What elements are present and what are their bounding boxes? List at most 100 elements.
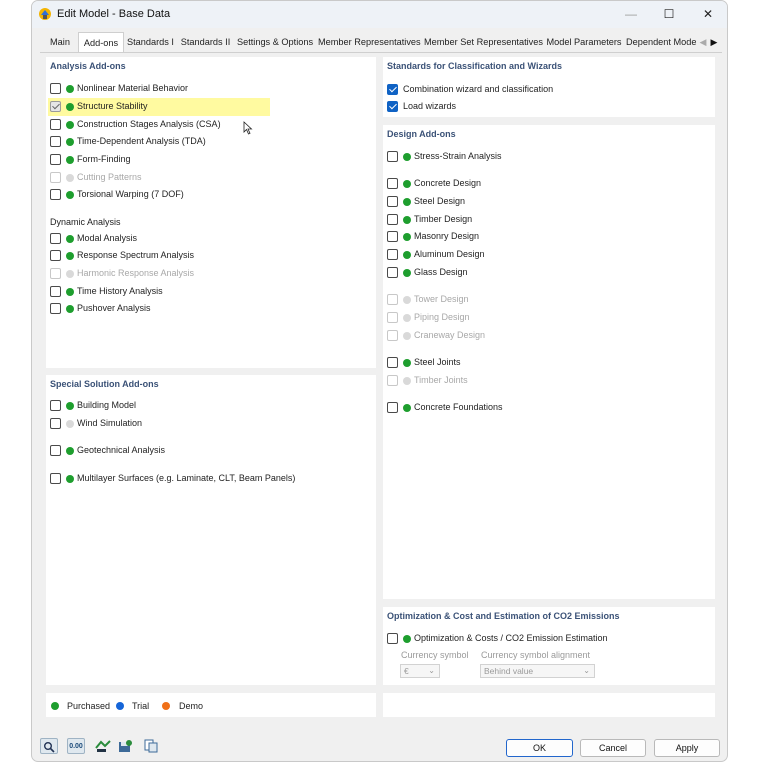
- purchased-dot-icon: [403, 198, 411, 206]
- purchased-dot-icon: [66, 138, 74, 146]
- checkbox[interactable]: [387, 196, 398, 207]
- tab-scroll-right-icon[interactable]: ▶: [709, 34, 719, 50]
- model-transfer-icon[interactable]: [94, 738, 112, 754]
- settings-save-icon[interactable]: [116, 738, 134, 754]
- checkbox[interactable]: [50, 400, 61, 411]
- addon-label: Steel Joints: [414, 357, 461, 367]
- addon-label: Form-Finding: [77, 154, 131, 164]
- unavailable-dot-icon: [403, 314, 411, 322]
- checkbox[interactable]: [50, 418, 61, 429]
- checkbox[interactable]: [387, 231, 398, 242]
- tab-standards-i[interactable]: Standards I: [125, 32, 176, 52]
- addon-label: Load wizards: [403, 101, 457, 111]
- window-title: Edit Model - Base Data: [57, 8, 171, 20]
- currency-symbol-select[interactable]: € ⌄: [400, 664, 440, 678]
- addon-label: Structure Stability: [77, 101, 148, 111]
- purchased-dot-icon: [66, 305, 74, 313]
- tab-settings-options[interactable]: Settings & Options: [235, 32, 315, 52]
- addon-label: Tower Design: [414, 294, 469, 304]
- purchased-dot-icon: [66, 156, 74, 164]
- purchased-dot-icon: [66, 288, 74, 296]
- checkbox: [50, 172, 61, 183]
- maximize-button[interactable]: ☐: [659, 5, 679, 23]
- checkbox[interactable]: [50, 303, 61, 314]
- legend-purchased: Purchased: [67, 701, 111, 711]
- checkbox: [387, 330, 398, 341]
- purchased-dot-icon: [403, 251, 411, 259]
- checkbox[interactable]: [50, 286, 61, 297]
- unavailable-dot-icon: [66, 420, 74, 428]
- checkbox[interactable]: [387, 267, 398, 278]
- tab-member-set-representatives[interactable]: Member Set Representatives: [424, 32, 543, 52]
- addon-label: Aluminum Design: [414, 249, 485, 259]
- purchased-dot-icon: [66, 447, 74, 455]
- checkbox[interactable]: [50, 136, 61, 147]
- ok-button[interactable]: OK: [506, 739, 573, 757]
- minimize-button[interactable]: —: [621, 5, 641, 23]
- checkbox[interactable]: [387, 214, 398, 225]
- copy-icon[interactable]: [142, 738, 160, 754]
- tab-standards-ii[interactable]: Standards II: [179, 32, 232, 52]
- checkbox[interactable]: [50, 233, 61, 244]
- purchased-dot-icon: [403, 404, 411, 412]
- checkbox[interactable]: [50, 445, 61, 456]
- checkbox[interactable]: [387, 178, 398, 189]
- purchased-dot-icon: [66, 235, 74, 243]
- title-bar: Edit Model - Base Data — ☐ ✕: [32, 1, 727, 28]
- purchased-dot-icon: [403, 216, 411, 224]
- checkbox[interactable]: [50, 250, 61, 261]
- special-solution-title: Special Solution Add-ons: [50, 379, 159, 389]
- checkbox[interactable]: [387, 633, 398, 644]
- purchased-dot-icon: [403, 359, 411, 367]
- tab-add-ons[interactable]: Add-ons: [78, 32, 124, 53]
- apply-button[interactable]: Apply: [654, 739, 720, 757]
- tab-model-parameters[interactable]: Model Parameters: [544, 32, 624, 52]
- tab-member-representatives[interactable]: Member Representatives: [318, 32, 421, 52]
- edit-model-dialog: Edit Model - Base Data — ☐ ✕ Main Add-on…: [31, 0, 728, 762]
- addon-label: Stress-Strain Analysis: [414, 151, 502, 161]
- chevron-down-icon: ⌄: [428, 666, 435, 675]
- analysis-add-ons-title: Analysis Add-ons: [50, 61, 126, 71]
- checkbox[interactable]: [50, 83, 61, 94]
- tab-main[interactable]: Main: [44, 32, 76, 52]
- checkbox: [50, 268, 61, 279]
- optimization-panel: Optimization & Cost and Estimation of CO…: [383, 607, 715, 685]
- checkbox[interactable]: [387, 84, 398, 95]
- unavailable-dot-icon: [403, 296, 411, 304]
- checkbox[interactable]: [387, 151, 398, 162]
- design-add-ons-title: Design Add-ons: [387, 129, 456, 139]
- addon-label: Response Spectrum Analysis: [77, 250, 195, 260]
- checkbox[interactable]: [387, 402, 398, 413]
- checkbox[interactable]: [387, 357, 398, 368]
- analysis-add-ons-panel: Analysis Add-ons Nonlinear Material Beha…: [46, 57, 376, 368]
- currency-symbol-value: €: [404, 666, 409, 676]
- addon-label: Piping Design: [414, 312, 470, 322]
- currency-alignment-select[interactable]: Behind value ⌄: [480, 664, 595, 678]
- checkbox[interactable]: [50, 154, 61, 165]
- addon-label: Time History Analysis: [77, 286, 163, 296]
- purchased-dot-icon: [66, 402, 74, 410]
- checkbox[interactable]: [50, 101, 61, 112]
- addon-label: Combination wizard and classification: [403, 84, 554, 94]
- special-solution-add-ons-panel: Special Solution Add-ons Building Model W…: [46, 375, 376, 685]
- search-icon[interactable]: [40, 738, 58, 754]
- checkbox[interactable]: [50, 119, 61, 130]
- tab-dependent-mode[interactable]: Dependent Mode: [626, 32, 696, 52]
- checkbox: [387, 312, 398, 323]
- checkbox[interactable]: [50, 473, 61, 484]
- units-icon[interactable]: 0.00: [67, 738, 85, 754]
- purchased-dot-icon: [403, 635, 411, 643]
- trial-dot-icon: [116, 702, 124, 710]
- chevron-down-icon: ⌄: [583, 666, 590, 675]
- addon-label: Pushover Analysis: [77, 303, 151, 313]
- addon-label: Time-Dependent Analysis (TDA): [77, 136, 206, 146]
- checkbox[interactable]: [387, 249, 398, 260]
- close-button[interactable]: ✕: [698, 5, 718, 23]
- standards-title: Standards for Classification and Wizards: [387, 61, 562, 71]
- checkbox[interactable]: [387, 101, 398, 112]
- tab-scroll-left-icon[interactable]: ◀: [698, 34, 708, 50]
- addon-label: Craneway Design: [414, 330, 486, 340]
- checkbox[interactable]: [50, 189, 61, 200]
- cancel-button[interactable]: Cancel: [580, 739, 646, 757]
- addon-label: Concrete Design: [414, 178, 482, 188]
